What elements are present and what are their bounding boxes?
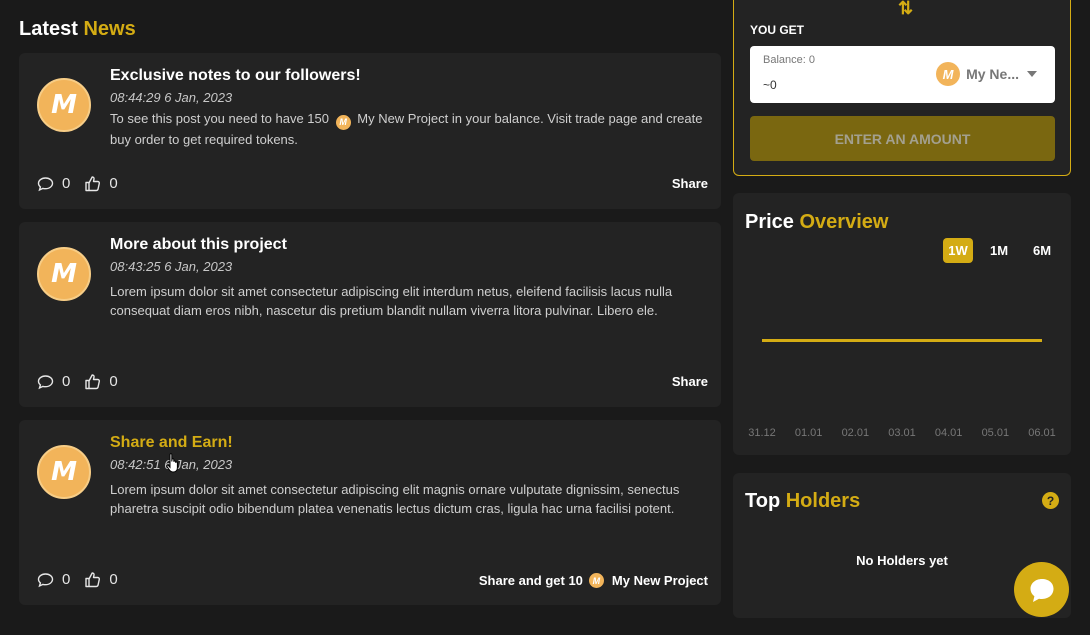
news-post: M Share and Earn! 08:42:51 6 Jan, 2023 L… (19, 420, 721, 605)
token-selector[interactable]: M My Ne... (936, 62, 1037, 86)
swap-direction-icon[interactable]: ⇅ (898, 0, 913, 19)
post-body: To see this post you need to have 150 M … (110, 109, 710, 149)
project-avatar[interactable]: M (37, 445, 91, 499)
comment-icon[interactable] (37, 176, 54, 192)
share-button[interactable]: Share (672, 374, 708, 389)
post-body: Lorem ipsum dolor sit amet consectetur a… (110, 482, 680, 516)
balance-label: Balance: 0 (763, 54, 815, 66)
heading-word-holders: Holders (785, 490, 861, 512)
coin-icon: M (588, 573, 604, 588)
x-tick-label: 04.01 (935, 427, 963, 439)
post-date: 08:43:25 6 Jan, 2023 (110, 259, 233, 274)
like-count: 0 (109, 571, 118, 588)
x-tick-label: 06.01 (1028, 427, 1056, 439)
x-tick-label: 05.01 (982, 427, 1010, 439)
coin-icon: M (335, 115, 351, 130)
x-tick-label: 31.12 (748, 427, 776, 439)
thumbs-up-icon[interactable] (84, 571, 101, 588)
comment-count: 0 (62, 373, 71, 390)
enter-amount-button[interactable]: ENTER AN AMOUNT (750, 116, 1055, 161)
post-actions: 0 0 (37, 175, 124, 192)
receive-field[interactable]: Balance: 0 ~0 M My Ne... (750, 46, 1055, 103)
coin-icon: M (936, 62, 961, 86)
price-overview-panel: Price Overview 1W 1M 6M 31.12 01.01 02.01 0… (733, 193, 1071, 455)
post-actions: 0 0 (37, 373, 124, 390)
news-post: M Exclusive notes to our followers! 08:4… (19, 53, 721, 209)
like-count: 0 (109, 175, 118, 192)
project-avatar[interactable]: M (37, 247, 91, 301)
top-holders-heading: Top Holders (745, 490, 860, 513)
post-body-token: My New Project (357, 111, 449, 126)
x-tick-label: 01.01 (795, 427, 823, 439)
chevron-down-icon (1027, 71, 1037, 77)
thumbs-up-icon[interactable] (84, 175, 101, 192)
chat-bubble-icon (1030, 578, 1053, 602)
token-name: My Ne... (966, 66, 1019, 82)
heading-word-top: Top (745, 490, 781, 512)
latest-news-heading: Latest News (19, 18, 136, 41)
post-title[interactable]: More about this project (110, 236, 287, 254)
share-button[interactable]: Share (672, 176, 708, 191)
like-count: 0 (109, 373, 118, 390)
comment-icon[interactable] (37, 374, 54, 390)
receive-amount[interactable]: ~0 (763, 78, 777, 92)
heading-word-news: News (83, 18, 136, 40)
post-body: Lorem ipsum dolor sit amet consectetur a… (110, 284, 673, 318)
share-reward-token: My New Project (611, 573, 708, 588)
no-holders-message: No Holders yet (856, 553, 948, 568)
heading-word-latest: Latest (19, 18, 78, 40)
project-avatar[interactable]: M (37, 78, 91, 132)
price-chart: 31.12 01.01 02.01 03.01 04.01 05.01 06.01 (748, 339, 1056, 439)
comment-count: 0 (62, 175, 71, 192)
x-tick-label: 02.01 (842, 427, 870, 439)
post-body-part: To see this post you need to have 150 (110, 111, 329, 126)
help-icon[interactable]: ? (1042, 492, 1059, 509)
post-date: 08:44:29 6 Jan, 2023 (110, 90, 233, 105)
news-post: M More about this project 08:43:25 6 Jan… (19, 222, 721, 407)
hand-cursor-icon (166, 453, 178, 473)
chat-button[interactable] (1014, 562, 1069, 617)
comment-count: 0 (62, 571, 71, 588)
swap-panel: ⇅ YOU GET Balance: 0 ~0 M My Ne... ENTER… (733, 0, 1071, 176)
post-title[interactable]: Share and Earn! (110, 434, 233, 452)
you-get-label: YOU GET (750, 23, 805, 37)
thumbs-up-icon[interactable] (84, 373, 101, 390)
x-tick-label: 03.01 (888, 427, 916, 439)
share-reward-text: Share and get 10 (478, 573, 583, 588)
share-and-earn-button[interactable]: Share and get 10 M My New Project (479, 573, 708, 588)
comment-icon[interactable] (37, 572, 54, 588)
post-actions: 0 0 (37, 571, 124, 588)
post-title[interactable]: Exclusive notes to our followers! (110, 67, 361, 85)
